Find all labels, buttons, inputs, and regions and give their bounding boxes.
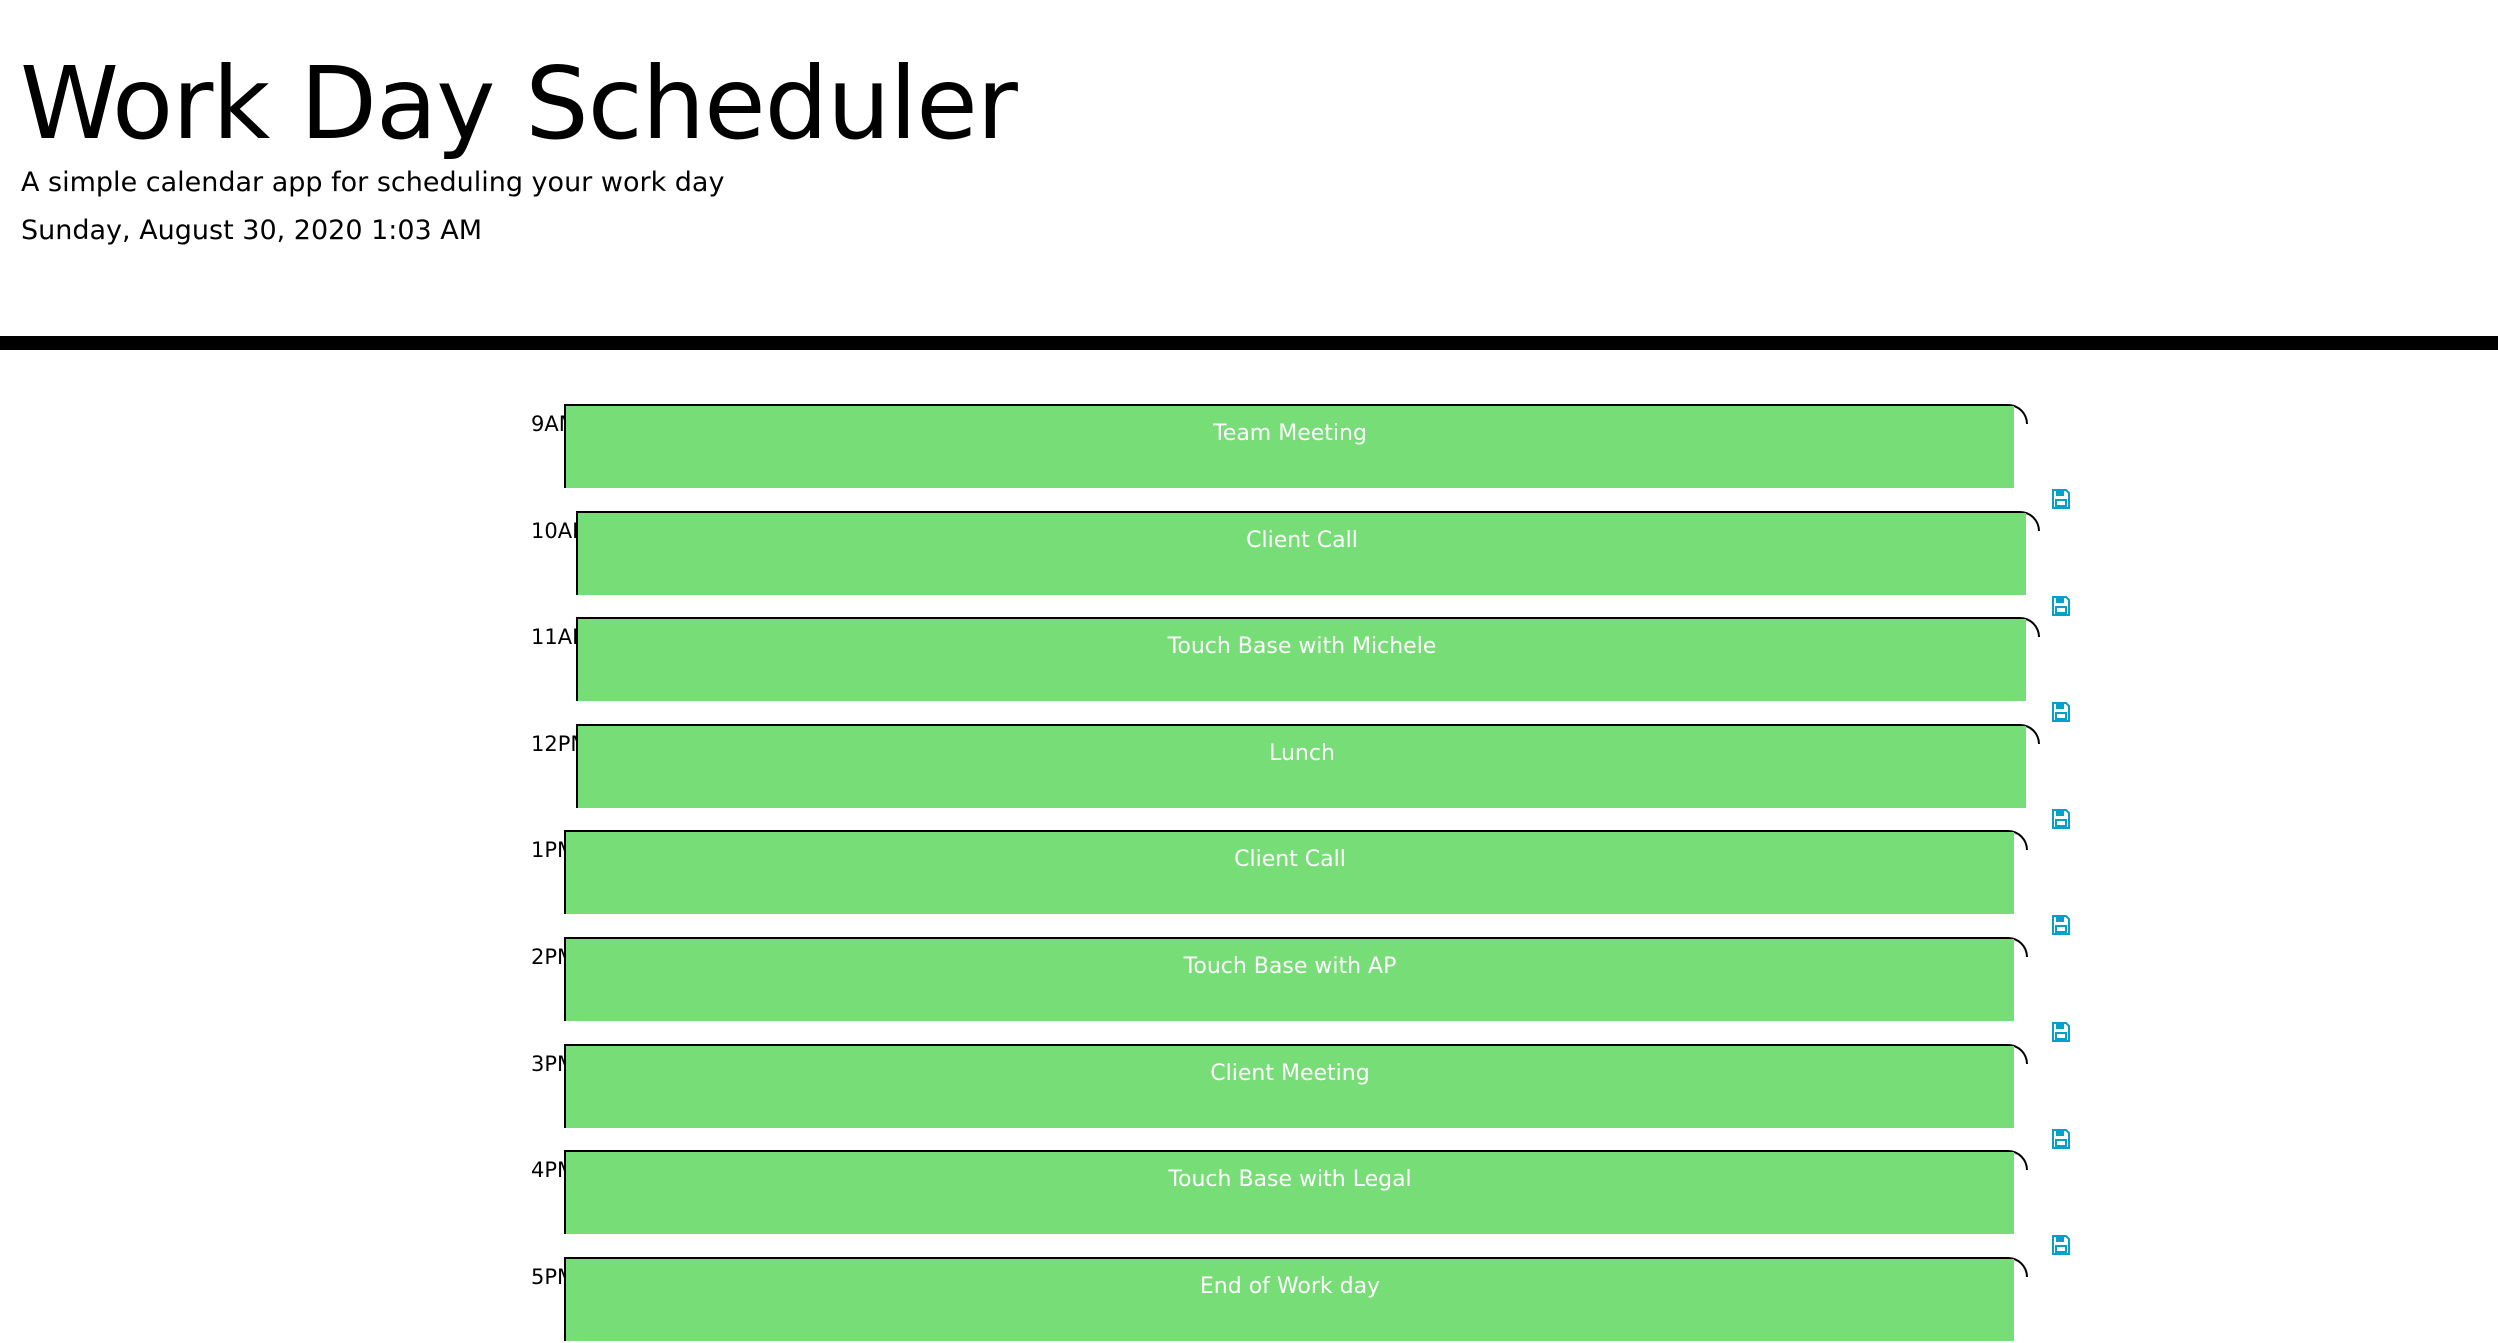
event-textarea[interactable]: Touch Base with Michele [578, 619, 2026, 701]
page-header: Work Day Scheduler A simple calendar app… [0, 0, 2498, 350]
save-button[interactable] [2051, 488, 2071, 510]
save-button[interactable] [2051, 808, 2071, 830]
floppy-disk-icon [2052, 809, 2070, 829]
event-textarea[interactable]: Team Meeting [566, 406, 2014, 488]
floppy-disk-icon [2052, 1235, 2070, 1255]
time-block-row: 10AM Client Call [531, 511, 2061, 597]
save-button[interactable] [2051, 1128, 2071, 1150]
page-title: Work Day Scheduler [20, 45, 1018, 162]
time-block-row: 3PM Client Meeting [531, 1044, 2061, 1130]
time-block-row: 12PM Lunch [531, 724, 2061, 810]
event-textarea[interactable]: Touch Base with Legal [566, 1152, 2014, 1234]
floppy-disk-icon [2052, 1022, 2070, 1042]
time-block-row: 4PM Touch Base with Legal [531, 1150, 2061, 1236]
page-subtitle: A simple calendar app for scheduling you… [21, 167, 725, 198]
save-button[interactable] [2051, 701, 2071, 723]
time-block-row: 2PM Touch Base with AP [531, 937, 2061, 1023]
time-block-row: 5PM End of Work day [531, 1257, 2061, 1343]
event-textarea[interactable]: Client Call [578, 513, 2026, 595]
event-textarea[interactable]: End of Work day [566, 1259, 2014, 1341]
save-button[interactable] [2051, 1234, 2071, 1256]
time-block-row: 1PM Client Call [531, 830, 2061, 916]
floppy-disk-icon [2052, 489, 2070, 509]
time-block-row: 9AM Team Meeting [531, 404, 2061, 490]
save-button[interactable] [2051, 595, 2071, 617]
floppy-disk-icon [2052, 702, 2070, 722]
event-textarea[interactable]: Touch Base with AP [566, 939, 2014, 1021]
time-block-row: 11AM Touch Base with Michele [531, 617, 2061, 703]
event-textarea[interactable]: Client Call [566, 832, 2014, 914]
event-textarea[interactable]: Client Meeting [566, 1046, 2014, 1128]
current-date-time: Sunday, August 30, 2020 1:03 AM [21, 215, 483, 246]
save-button[interactable] [2051, 1021, 2071, 1043]
save-button[interactable] [2051, 914, 2071, 936]
event-textarea[interactable]: Lunch [578, 726, 2026, 808]
floppy-disk-icon [2052, 596, 2070, 616]
floppy-disk-icon [2052, 915, 2070, 935]
floppy-disk-icon [2052, 1129, 2070, 1149]
